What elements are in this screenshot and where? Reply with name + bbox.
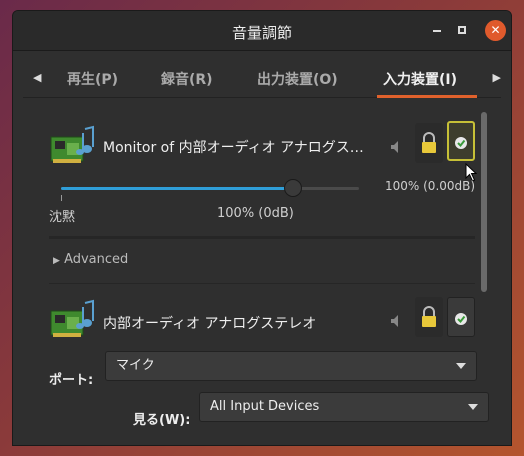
minimize-button[interactable] [427,21,447,41]
tab-recording[interactable]: 録音(R) [161,69,213,89]
volume-readout: 100% (0.00dB) [385,179,476,193]
titlebar[interactable]: 音量調節 ✕ [13,11,511,51]
speaker-icon [391,141,398,153]
slider-mark-100: 100% (0dB) [217,206,294,221]
slider-tick [61,195,62,201]
tab-playback[interactable]: 再生(P) [67,69,118,89]
scrollbar-thumb[interactable] [481,112,487,292]
slider-mark-silence: 沈黙 [49,210,76,225]
volume-slider-fill [61,187,294,190]
dropdown-arrow-icon [456,363,466,369]
dropdown-arrow-icon [468,404,478,410]
tab-scroll-right-icon[interactable]: ▶ [493,71,501,84]
speaker-icon [391,315,398,327]
lock-channels-button[interactable] [415,123,443,163]
close-button[interactable]: ✕ [485,20,506,41]
volume-control-window: 音量調節 ✕ ◀ 再生(P) 録音(R) 出力装置(O) 入力装置(I) ▶ M… [12,10,512,446]
device-name: 内部オーディオ アナログステレオ [103,316,317,332]
tab-output-devices[interactable]: 出力装置(O) [257,69,338,89]
volume-slider-track[interactable] [61,187,359,190]
lock-icon [422,132,436,153]
show-value: All Input Devices [210,399,320,414]
advanced-label: Advanced [64,252,129,267]
show-label: 見る(W): [133,413,191,428]
lock-icon [422,306,436,327]
sound-card-icon [50,125,94,163]
separator [49,283,475,284]
checkmark-icon [455,313,467,325]
port-label: ポート: [49,373,94,388]
advanced-expander[interactable]: ▶ Advanced [53,252,128,267]
port-select[interactable]: マイク [105,351,477,381]
maximize-button[interactable] [453,21,473,41]
tab-bar: ◀ 再生(P) 録音(R) 出力装置(O) 入力装置(I) ▶ [23,63,501,98]
tab-scroll-left-icon[interactable]: ◀ [33,71,41,84]
sound-card-icon [50,299,94,337]
set-default-button[interactable] [447,121,475,161]
set-default-button[interactable] [447,297,475,337]
expander-arrow-icon: ▶ [53,256,60,266]
separator [49,236,475,239]
port-value: マイク [116,358,155,373]
tab-input-devices[interactable]: 入力装置(I) [383,69,457,89]
device-name: Monitor of 内部オーディオ アナログス… [103,140,364,156]
checkmark-icon [455,137,467,149]
active-tab-indicator [377,95,477,98]
show-devices-select[interactable]: All Input Devices [199,392,489,422]
lock-channels-button[interactable] [415,297,443,337]
volume-slider-knob[interactable] [284,179,303,197]
